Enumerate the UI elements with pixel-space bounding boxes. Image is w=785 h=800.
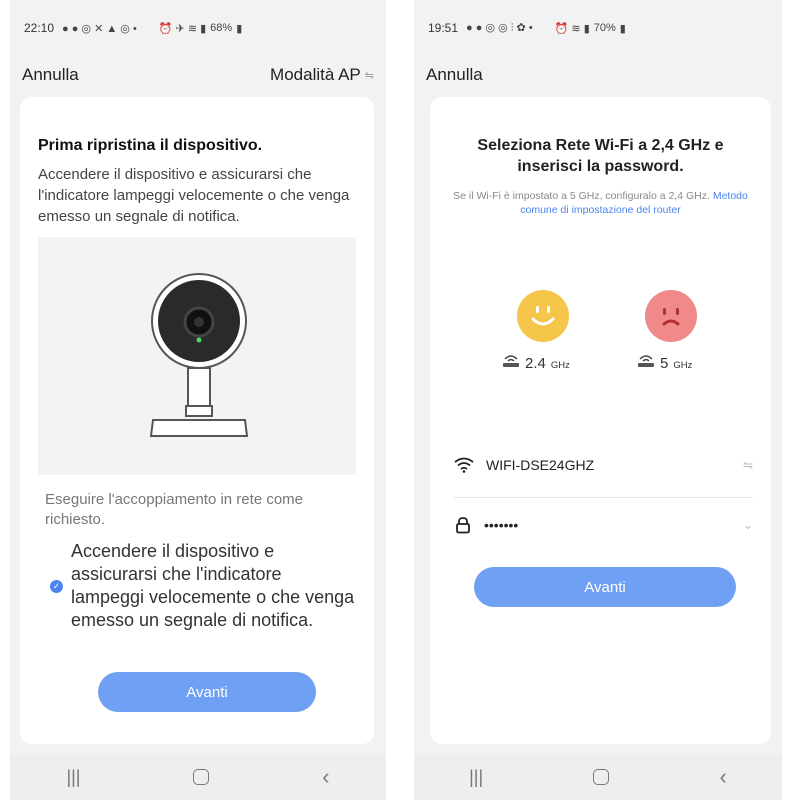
next-button[interactable]: Avanti: [98, 672, 316, 712]
pairing-note: Eseguire l'accoppiamento in rete come ri…: [45, 491, 304, 528]
battery-level: 68%: [210, 22, 233, 34]
swap-icon: ⇋: [364, 69, 374, 82]
notification-icons: ● ● ◎ ◎ ⫶ ✿ •: [466, 22, 533, 34]
left-screen: 22:10 ● ● ◎ ✕ ▲ ◎ • ⏰ ✈ ≋ ▮ 68% ▮ Annull…: [10, 0, 386, 800]
page-title: Prima ripristina il dispositivo.: [38, 137, 263, 154]
system-nav-bar: ||| ‹: [414, 754, 782, 800]
band-24-unit: GHz: [550, 360, 570, 371]
instructions-text: Accendere il dispositivo e assicurarsi c…: [38, 166, 350, 225]
wifi-icon: [454, 457, 474, 473]
recents-button[interactable]: |||: [66, 767, 80, 788]
reset-card: Prima ripristina il dispositivo. Accende…: [20, 97, 374, 744]
system-icons: ⏰ ≋ ▮ 70% ▮: [554, 22, 626, 35]
sad-face-icon: [645, 290, 697, 342]
router-icon: [503, 355, 519, 367]
check-icon[interactable]: ✓: [50, 579, 63, 593]
system-nav-bar: ||| ‹: [10, 754, 386, 800]
smiley-icon: [517, 290, 569, 342]
recents-button[interactable]: |||: [469, 767, 483, 788]
status-time: 22:10: [24, 21, 55, 35]
band-5-unit: GHz: [673, 360, 693, 371]
password-value: •••••••: [484, 517, 519, 533]
band-5ghz: 5 GHz: [637, 352, 692, 372]
field-divider: [454, 497, 753, 498]
wifi-card: Seleziona Rete Wi-Fi a 2,4 GHz e inseris…: [430, 97, 771, 744]
wifi-network-field[interactable]: WIFI-DSE24GHZ ⇋: [454, 449, 753, 481]
device-illustration: [38, 237, 356, 475]
band-5-value: 5: [660, 355, 669, 372]
password-field[interactable]: ••••••• ⌄: [454, 509, 753, 541]
cancel-button[interactable]: Annulla: [426, 65, 483, 85]
status-bar: 22:10 ● ● ◎ ✕ ▲ ◎ • ⏰ ✈ ≋ ▮ 68% ▮: [24, 18, 372, 38]
next-button[interactable]: Avanti: [474, 567, 736, 607]
right-screen: 19:51 ● ● ◎ ◎ ⫶ ✿ • ⏰ ≋ ▮ 70% ▮ Annulla …: [414, 0, 782, 800]
camera-icon: [149, 273, 249, 437]
swap-icon[interactable]: ⇋: [743, 458, 753, 472]
top-bar: Annulla: [426, 62, 770, 88]
home-button[interactable]: [593, 769, 610, 785]
ap-mode-label: Modalità AP: [270, 65, 361, 84]
back-button[interactable]: ‹: [322, 764, 329, 790]
checkbox-label: Accendere il dispositivo e assicurarsi c…: [71, 541, 355, 630]
top-bar: Annulla Modalità AP ⇋: [22, 62, 374, 88]
wifi-hint: Se il Wi-Fi è impostato a 5 GHz, configu…: [450, 189, 751, 217]
status-bar: 19:51 ● ● ◎ ◎ ⫶ ✿ • ⏰ ≋ ▮ 70% ▮: [428, 18, 768, 38]
notification-icons: ● ● ◎ ✕ ▲ ◎ •: [62, 22, 137, 35]
status-time: 19:51: [428, 21, 459, 35]
band-24ghz: 2.4 GHz: [502, 352, 570, 372]
wifi-ssid-value: WIFI-DSE24GHZ: [486, 457, 595, 473]
router-icon: [638, 355, 654, 367]
confirm-checkbox[interactable]: ✓ Accendere il dispositivo e assicurarsi…: [50, 540, 356, 632]
page-title: Seleziona Rete Wi-Fi a 2,4 GHz e inseris…: [477, 137, 724, 175]
chevron-down-icon[interactable]: ⌄: [743, 518, 753, 532]
band-24-value: 2.4: [525, 355, 546, 372]
cancel-button[interactable]: Annulla: [22, 65, 79, 85]
hint-text: Se il Wi-Fi è impostato a 5 GHz, configu…: [453, 190, 710, 202]
back-button[interactable]: ‹: [720, 764, 727, 790]
home-button[interactable]: [193, 769, 210, 785]
battery-level: 70%: [593, 22, 616, 34]
system-icons: ⏰ ✈ ≋ ▮ 68% ▮: [158, 22, 243, 35]
ap-mode-switch[interactable]: Modalità AP ⇋: [270, 65, 374, 85]
lock-icon: [456, 517, 470, 534]
